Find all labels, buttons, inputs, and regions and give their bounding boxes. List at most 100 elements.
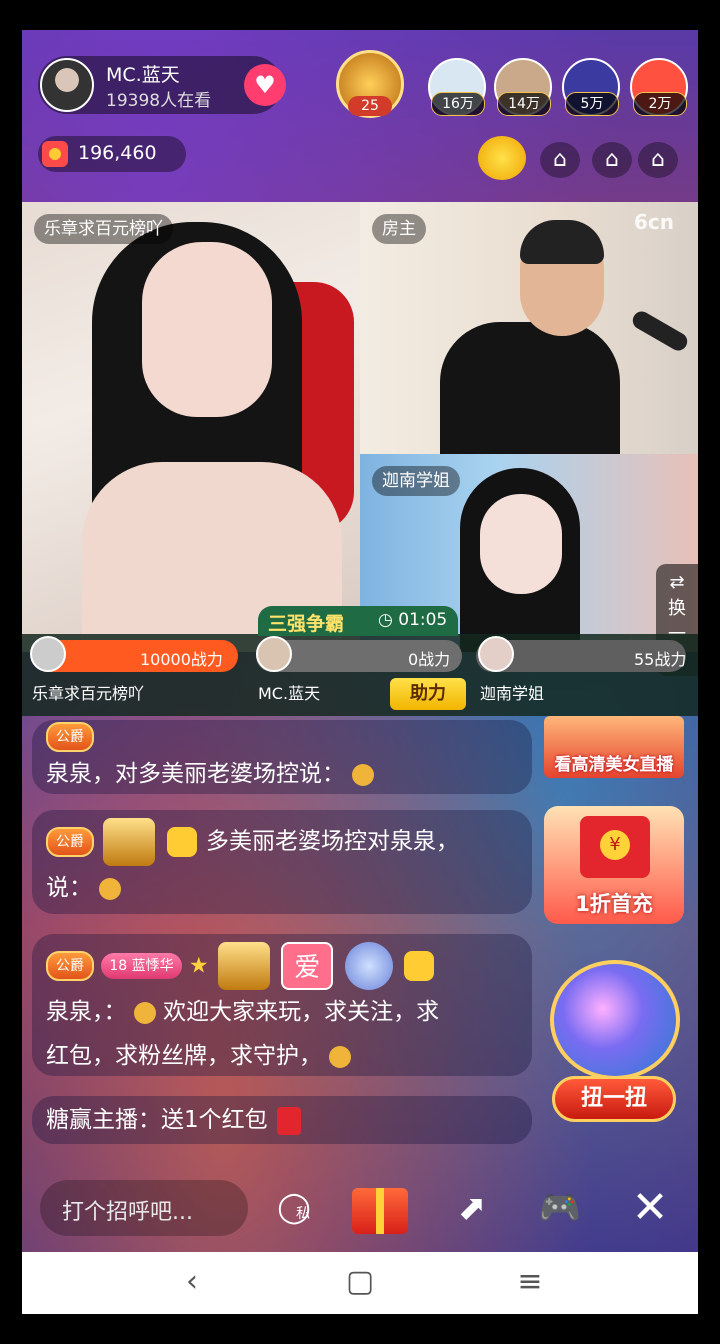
switch-icon: ⇄ xyxy=(669,572,685,593)
live-room: MC.蓝天 19398人在看 ♥ 25 16万 14万 5万 2万 196,46… xyxy=(22,30,698,1314)
chat-text-content: 多美丽老婆场控对泉泉， xyxy=(205,828,459,855)
player-name-3: 迦南学姐 xyxy=(480,684,545,703)
viewer-count: 19398人在看 xyxy=(106,91,212,111)
back-icon[interactable]: ‹ xyxy=(172,1262,212,1302)
first-recharge-promo[interactable]: ¥ 1折首充 xyxy=(544,806,684,924)
top-fan-count-1: 16万 xyxy=(431,92,485,116)
red-envelope-icon: ¥ xyxy=(580,816,650,878)
yuan-symbol: ¥ xyxy=(600,830,630,860)
chat-text-content: 欢迎大家来玩，求关注，求 xyxy=(163,999,440,1025)
promo-beauty-label: 看高清美女直播 xyxy=(554,755,674,775)
chat-text-content: 说： xyxy=(46,875,92,901)
smile-emoji-icon xyxy=(99,877,122,900)
video-label-main: 乐章求百元榜吖 xyxy=(34,214,173,244)
player-name-2: MC.蓝天 xyxy=(258,684,321,703)
gold-medal-icon xyxy=(217,942,270,990)
duke-badge: 公爵 xyxy=(46,827,94,857)
watermark-logo: 6cn xyxy=(634,210,675,234)
assist-button[interactable]: 助力 xyxy=(390,678,466,710)
chat-user: 糖赢主播 xyxy=(46,1107,138,1133)
switch-text: 换 xyxy=(668,598,686,619)
chat-text: 泉泉，对多美丽老婆场控说： xyxy=(32,752,532,796)
fan-level-badge: 18 蓝悸华 xyxy=(101,953,182,979)
microphone-shape xyxy=(629,308,691,354)
duke-badge: 公爵 xyxy=(46,722,94,752)
chat-text-content: 送1个红包 xyxy=(161,1107,268,1133)
battle-timer: ◷ 01:05 xyxy=(378,610,448,630)
rank-level: 25 xyxy=(348,96,392,116)
love-badge: 爱 xyxy=(281,942,334,990)
chat-text-content: 泉泉，对多美丽老婆场控说： xyxy=(46,761,345,787)
heart-plus-icon: ♥ xyxy=(254,71,276,99)
sofa-seat-icon[interactable]: ⌂ xyxy=(540,142,580,178)
recharge-label: 1折首充 xyxy=(575,892,653,916)
close-icon[interactable]: ✕ xyxy=(622,1180,678,1236)
chat-message[interactable]: 公爵 18 蓝悸华 ★ 爱 泉泉，： 欢迎大家来玩，求关注，求 红包，求粉丝牌，… xyxy=(32,934,532,1076)
score-2: 0战力 xyxy=(408,650,451,669)
chat-message[interactable]: 糖赢主播：送1个红包 xyxy=(32,1096,532,1144)
host-info[interactable]: MC.蓝天 19398人在看 ♥ xyxy=(38,56,286,114)
private-chat-icon[interactable]: ◯ 私 xyxy=(266,1180,322,1236)
face-shape xyxy=(142,242,272,417)
reward-cup-icon[interactable] xyxy=(478,136,526,180)
system-navbar: ‹ ▢ ≡ xyxy=(22,1252,698,1314)
game-controller-icon[interactable]: 🎮 xyxy=(532,1180,588,1236)
battle-header: 三强争霸 ◷ 01:05 xyxy=(258,606,458,636)
gift-icon[interactable] xyxy=(352,1180,408,1236)
guard-icon xyxy=(166,827,197,857)
chat-text: 公爵 多美丽老婆场控对泉泉， 说： xyxy=(32,810,532,910)
player-avatar-2[interactable] xyxy=(256,636,292,672)
shirt-shape xyxy=(440,322,620,454)
player-avatar-3[interactable] xyxy=(478,636,514,672)
player-avatar-1[interactable] xyxy=(30,636,66,672)
sofa-seat-icon[interactable]: ⌂ xyxy=(638,142,678,178)
coin-balance[interactable]: 196,460 xyxy=(38,136,186,172)
video-main-streamer[interactable] xyxy=(22,202,360,652)
host-avatar[interactable] xyxy=(40,58,94,112)
chat-input-placeholder: 打个招呼吧... xyxy=(62,1200,193,1225)
laughing-emoji-icon xyxy=(352,763,375,786)
gift-ribbon xyxy=(376,1188,384,1234)
timer-value: 01:05 xyxy=(398,610,448,630)
bow-emoji-icon xyxy=(329,1045,352,1068)
gacha-button[interactable]: 扭一扭 xyxy=(552,1076,676,1122)
fan-club-name: 蓝悸华 xyxy=(131,958,174,974)
fan-level: 18 xyxy=(109,958,128,974)
home-icon[interactable]: ▢ xyxy=(340,1262,380,1302)
smile-emoji-icon xyxy=(133,1001,156,1024)
coin-icon xyxy=(42,141,68,167)
gacha-machine-icon[interactable] xyxy=(550,960,680,1080)
follow-button[interactable]: ♥ xyxy=(244,64,286,106)
chat-badges: 公爵 xyxy=(32,720,532,752)
face-shape xyxy=(480,494,562,594)
chat-message[interactable]: 公爵 多美丽老婆场控对泉泉， 说： xyxy=(32,810,532,914)
heart-gem-icon xyxy=(344,942,393,990)
host-name: MC.蓝天 xyxy=(106,64,180,86)
red-packet-icon xyxy=(276,1106,301,1135)
chat-text: 公爵 18 蓝悸华 ★ 爱 泉泉，： 欢迎大家来玩，求关注，求 红包，求粉丝牌，… xyxy=(32,934,532,1078)
gold-bar-icon xyxy=(103,818,156,866)
guard-icon xyxy=(403,951,434,981)
chat-text: 糖赢主播：送1个红包 xyxy=(32,1096,532,1144)
video-label-guest: 迦南学姐 xyxy=(372,466,460,496)
chat-text-content: 泉泉，： xyxy=(46,999,127,1025)
share-icon[interactable]: ⬈ xyxy=(444,1180,500,1236)
menu-icon[interactable]: ≡ xyxy=(510,1262,550,1302)
chat-input[interactable]: 打个招呼吧... xyxy=(40,1180,248,1236)
coin-value: 196,460 xyxy=(78,142,157,164)
score-3: 55战力 xyxy=(634,650,687,669)
score-1: 10000战力 xyxy=(140,650,223,669)
star-icon: ★ xyxy=(188,953,209,979)
top-fan-count-4: 2万 xyxy=(633,92,687,116)
duke-badge: 公爵 xyxy=(46,951,94,981)
chat-message[interactable]: 公爵 泉泉，对多美丽老婆场控说： xyxy=(32,720,532,794)
battle-title: 三强争霸 xyxy=(268,613,345,635)
video-label-host: 房主 xyxy=(372,214,426,244)
player-name-1: 乐章求百元榜吖 xyxy=(32,684,145,703)
sofa-seat-icon[interactable]: ⌂ xyxy=(592,142,632,178)
top-fan-count-3: 5万 xyxy=(565,92,619,116)
private-label: 私 xyxy=(296,1206,310,1222)
hair-shape xyxy=(520,220,604,264)
top-fan-count-2: 14万 xyxy=(497,92,551,116)
chat-text-content: 红包，求粉丝牌，求守护， xyxy=(46,1043,322,1069)
